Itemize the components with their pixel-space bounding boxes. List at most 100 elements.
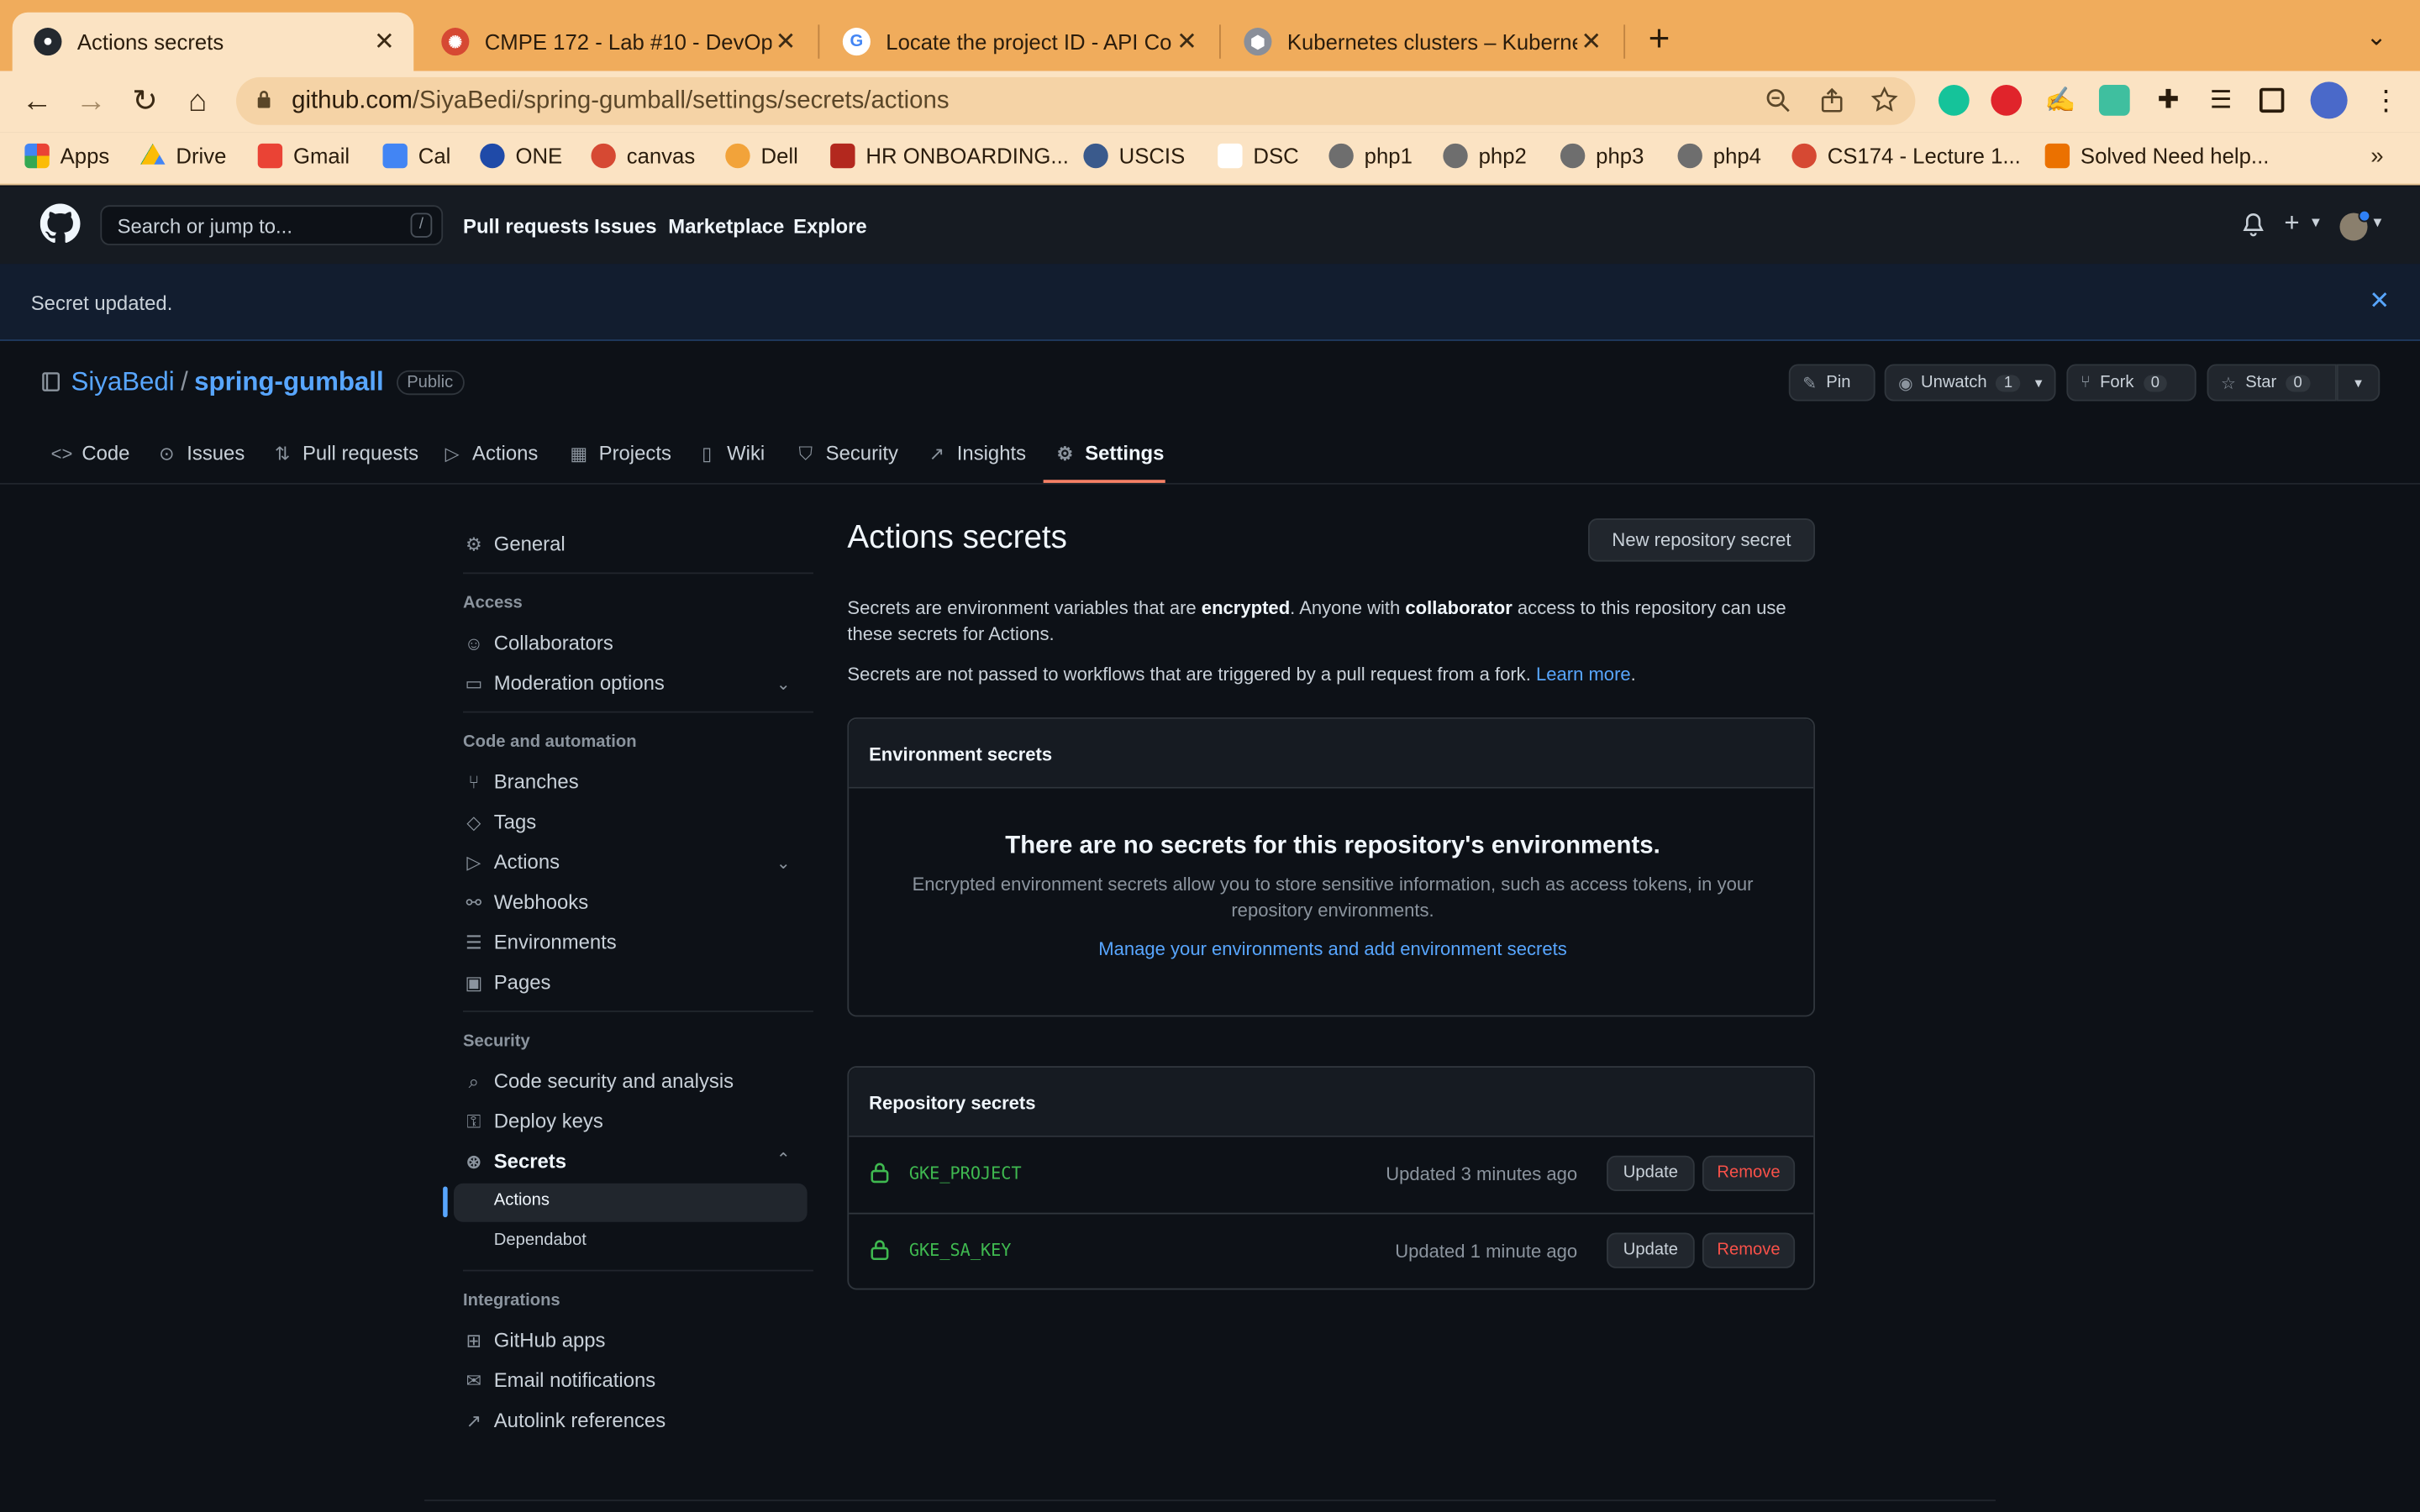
nav-marketplace[interactable]: Marketplace: [668, 214, 784, 238]
sidebar-item-tags[interactable]: ◇ Tags: [463, 810, 536, 833]
tab-google-project-id[interactable]: G Locate the project ID - API Co ✕: [821, 13, 1216, 71]
signature-extension-icon[interactable]: ✍: [2045, 85, 2076, 116]
new-repository-secret-button[interactable]: New repository secret: [1588, 518, 1816, 562]
sidebar-item-environments[interactable]: ☰ Environments: [463, 931, 617, 954]
side-panel-icon[interactable]: [2259, 87, 2285, 113]
sidebar-subitem-dependabot[interactable]: Dependabot: [494, 1231, 587, 1250]
home-icon[interactable]: ⌂: [176, 81, 218, 123]
bookmark-php3[interactable]: php3: [1560, 143, 1644, 169]
chevron-up-icon[interactable]: ⌃: [776, 1149, 791, 1169]
forward-arrow-icon[interactable]: →: [70, 81, 113, 123]
sidebar-item-general[interactable]: ⚙ General: [463, 533, 566, 556]
tab-settings[interactable]: ⚙ Settings: [1054, 441, 1164, 465]
update-secret-button[interactable]: Update: [1607, 1232, 1695, 1268]
nav-explore[interactable]: Explore: [793, 214, 867, 238]
sidebar-item-secrets[interactable]: ⊛ Secrets: [463, 1149, 566, 1173]
bookmark-canvas[interactable]: canvas: [591, 143, 695, 169]
close-tab-icon[interactable]: ✕: [1577, 26, 1605, 57]
tab-code[interactable]: <> Code: [51, 441, 130, 465]
extensions-puzzle-icon[interactable]: ✚: [2153, 85, 2184, 116]
notifications-bell-icon[interactable]: [2243, 213, 2265, 237]
more-bookmarks-icon[interactable]: »: [2370, 144, 2383, 170]
bookmark-apps[interactable]: Apps: [24, 143, 109, 169]
bookmark-gmail[interactable]: Gmail: [257, 143, 350, 169]
create-new-plus-icon[interactable]: +: [2284, 208, 2299, 239]
back-arrow-icon[interactable]: ←: [15, 81, 58, 123]
sidebar-item-github-apps[interactable]: ⊞ GitHub apps: [463, 1328, 606, 1352]
sidebar-heading-access: Access: [463, 594, 523, 613]
close-flash-icon[interactable]: ✕: [2369, 286, 2390, 317]
tab-actions-secrets[interactable]: ● Actions secrets ✕: [12, 12, 414, 71]
address-bar[interactable]: github.com/SiyaBedi/spring-gumball/setti…: [236, 76, 1916, 125]
chrome-menu-icon[interactable]: ⋮: [2370, 85, 2402, 116]
new-tab-plus-icon[interactable]: +: [1639, 18, 1680, 61]
bookmark-hr-onboarding[interactable]: HR ONBOARDING...: [830, 143, 1069, 169]
tab-pull-requests[interactable]: ⇅ Pull requests: [271, 441, 418, 465]
update-secret-button[interactable]: Update: [1607, 1155, 1695, 1191]
star-list-dropdown[interactable]: ▼: [2336, 364, 2381, 402]
search-input[interactable]: Search or jump to... /: [100, 205, 444, 246]
create-new-caret-icon[interactable]: ▼: [2309, 214, 2323, 229]
sidebar-item-email-notifications[interactable]: ✉ Email notifications: [463, 1368, 656, 1392]
remove-secret-button[interactable]: Remove: [1702, 1155, 1796, 1191]
tab-actions[interactable]: ▷ Actions: [441, 441, 539, 465]
learn-more-link[interactable]: Learn more: [1536, 664, 1631, 685]
profile-avatar-icon[interactable]: [2310, 81, 2348, 119]
bookmark-php2[interactable]: php2: [1443, 143, 1527, 169]
adblock-extension-icon[interactable]: [1991, 85, 2023, 116]
bookmark-solved[interactable]: Solved Need help...: [2044, 143, 2269, 169]
close-tab-icon[interactable]: ✕: [371, 26, 398, 57]
sidebar-subitem-actions[interactable]: Actions: [494, 1191, 550, 1210]
star-button[interactable]: ☆ Star 0: [2207, 364, 2337, 402]
bookmark-uscis[interactable]: USCIS: [1083, 143, 1185, 169]
bookmark-drive[interactable]: Drive: [140, 143, 226, 168]
bookmark-dsc[interactable]: DSC: [1218, 143, 1299, 169]
tab-wiki[interactable]: ▯ Wiki: [696, 441, 765, 465]
unwatch-button[interactable]: ◉ Unwatch 1 ▼: [1884, 364, 2056, 402]
sidebar-item-pages[interactable]: ▣ Pages: [463, 970, 550, 994]
sidebar-item-webhooks[interactable]: ⚯ Webhooks: [463, 890, 589, 914]
bookmark-php1[interactable]: php1: [1328, 143, 1413, 169]
sidebar-item-branches[interactable]: ⑂ Branches: [463, 770, 578, 794]
reading-list-icon[interactable]: ☰: [2206, 85, 2237, 116]
github-logo-icon[interactable]: [39, 203, 81, 244]
repo-owner-link[interactable]: SiyaBedi: [71, 367, 174, 398]
tab-insights[interactable]: ↗ Insights: [926, 441, 1026, 465]
reload-icon[interactable]: ↻: [124, 81, 166, 123]
user-menu-caret-icon[interactable]: ▼: [2370, 214, 2384, 229]
bookmark-star-icon[interactable]: [1870, 86, 1898, 114]
remove-secret-button[interactable]: Remove: [1702, 1232, 1796, 1268]
bookmark-one[interactable]: ONE: [480, 143, 562, 169]
bookmark-dell[interactable]: Dell: [725, 143, 798, 169]
sidebar-item-actions[interactable]: ▷ Actions: [463, 850, 560, 874]
bookmark-cal[interactable]: Cal: [382, 143, 450, 169]
grammarly-extension-icon[interactable]: [1938, 85, 1970, 116]
sidebar-item-code-security[interactable]: ⌕ Code security and analysis: [463, 1069, 734, 1093]
fork-button[interactable]: ⑂ Fork 0: [2066, 364, 2196, 402]
pin-button[interactable]: ✎ Pin: [1788, 364, 1876, 402]
sidebar-item-collaborators[interactable]: ☺ Collaborators: [463, 631, 613, 654]
sidebar-item-moderation[interactable]: ▭ Moderation options: [463, 671, 664, 695]
close-tab-icon[interactable]: ✕: [771, 26, 799, 57]
sidebar-item-autolink[interactable]: ↗ Autolink references: [463, 1409, 666, 1432]
tab-kubernetes[interactable]: ⬢ Kubernetes clusters – Kuberne ✕: [1223, 13, 1621, 71]
bookmark-cs174[interactable]: CS174 - Lecture 1...: [1791, 143, 2021, 169]
chevron-down-icon[interactable]: ⌄: [776, 675, 791, 694]
close-tab-icon[interactable]: ✕: [1173, 26, 1201, 57]
github-icon: [1328, 143, 1354, 169]
zoom-icon[interactable]: [1764, 87, 1791, 114]
nav-issues[interactable]: Issues: [594, 214, 656, 238]
tab-cmpe172[interactable]: ✺ CMPE 172 - Lab #10 - DevOps ✕: [420, 13, 815, 71]
sidebar-item-deploy-keys[interactable]: ⚿ Deploy keys: [463, 1110, 602, 1133]
tab-issues[interactable]: ⊙ Issues: [156, 441, 245, 465]
chevron-down-icon[interactable]: ⌄: [776, 853, 791, 874]
repo-name-link[interactable]: spring-gumball: [194, 367, 384, 398]
tab-search-chevron-icon[interactable]: ⌄: [2366, 22, 2387, 53]
bookmark-php4[interactable]: php4: [1677, 143, 1761, 169]
tab-security[interactable]: ⛉ Security: [795, 441, 897, 465]
share-icon[interactable]: [1818, 87, 1846, 114]
clipboard-extension-icon[interactable]: [2098, 85, 2130, 116]
manage-environments-link[interactable]: Manage your environments and add environ…: [849, 938, 1817, 960]
tab-projects[interactable]: ▦ Projects: [568, 441, 671, 465]
nav-pull-requests[interactable]: Pull requests: [463, 214, 589, 238]
